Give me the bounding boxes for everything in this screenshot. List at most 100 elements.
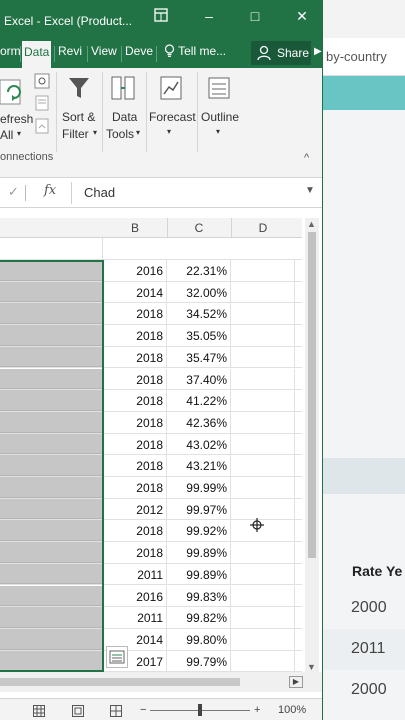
outline-button[interactable]	[206, 74, 232, 107]
cell-d[interactable]	[231, 281, 295, 303]
zoom-level[interactable]: 100%	[278, 704, 306, 716]
tab-formulas[interactable]: orm	[0, 44, 21, 58]
cell-year[interactable]: 2018	[103, 411, 167, 433]
cell-year[interactable]: 2018	[103, 542, 167, 563]
formula-bar: ✓ fx Chad ▼	[0, 178, 322, 208]
scroll-right-icon[interactable]: ▶	[289, 676, 303, 688]
cell-d[interactable]	[231, 346, 295, 368]
cell-rate[interactable]: 22.31%	[167, 260, 231, 281]
tab-developer[interactable]: Deve	[125, 44, 153, 58]
cell-rate[interactable]: 99.97%	[167, 498, 231, 520]
cell-year[interactable]: 2018	[103, 303, 167, 325]
tab-data[interactable]: Data	[22, 41, 52, 68]
cell-year[interactable]: 2016	[103, 585, 167, 607]
tab-review[interactable]: Revi	[58, 44, 82, 58]
tell-me-search[interactable]: Tell me...	[164, 44, 226, 58]
connections-button[interactable]	[34, 73, 50, 94]
scroll-up-icon[interactable]: ▲	[307, 219, 316, 229]
cell-rate[interactable]: 99.80%	[167, 628, 231, 650]
cell-rate[interactable]: 32.00%	[167, 281, 231, 303]
cell-rate[interactable]: 42.36%	[167, 411, 231, 433]
cell-rate[interactable]: 99.79%	[167, 650, 231, 672]
cell-year[interactable]: 2011	[103, 607, 167, 628]
column-header-b[interactable]: B	[103, 221, 167, 235]
cell-year[interactable]: 2016	[103, 260, 167, 281]
browser-address-bar[interactable]: by-country	[323, 38, 405, 76]
cell-rate[interactable]: 43.21%	[167, 455, 231, 476]
cell-year[interactable]: 2018	[103, 368, 167, 390]
tab-view[interactable]: View	[91, 44, 117, 58]
expand-formula-bar-icon[interactable]: ▼	[305, 185, 315, 196]
cell-year[interactable]: 2018	[103, 433, 167, 455]
collapse-ribbon-icon[interactable]: ^	[304, 152, 309, 164]
cell-year[interactable]: 2018	[103, 325, 167, 346]
cell-rate[interactable]: 99.89%	[167, 542, 231, 563]
column-header-d[interactable]: D	[231, 221, 295, 235]
cell-rate[interactable]: 35.05%	[167, 325, 231, 346]
edit-links-button[interactable]	[34, 118, 50, 139]
horizontal-scrollbar[interactable]: ▶	[0, 672, 322, 692]
zoom-out-icon[interactable]: −	[140, 704, 146, 716]
cell-a[interactable]	[0, 238, 103, 260]
cell-rate[interactable]: 34.52%	[167, 303, 231, 325]
cell-d[interactable]	[231, 455, 295, 476]
cancel-icon[interactable]: ✓	[8, 184, 19, 200]
page-break-preview-button[interactable]	[110, 704, 122, 720]
cell-d[interactable]	[231, 628, 295, 650]
cell-d[interactable]	[231, 607, 295, 628]
properties-button[interactable]	[34, 95, 50, 116]
share-button[interactable]: Share	[251, 41, 311, 65]
cell-year[interactable]: 2011	[103, 563, 167, 585]
forecast-button[interactable]	[158, 74, 184, 107]
vertical-scrollbar[interactable]: ▲ ▼	[305, 218, 319, 672]
cell-rate[interactable]: 41.22%	[167, 390, 231, 411]
zoom-in-icon[interactable]: +	[254, 704, 260, 716]
cell-d[interactable]	[231, 368, 295, 390]
data-tools-button[interactable]	[110, 74, 136, 107]
cell-year[interactable]: 2018	[103, 520, 167, 542]
cell-d[interactable]	[231, 542, 295, 563]
close-button[interactable]: ✕	[291, 8, 313, 28]
cell-year[interactable]: 2018	[103, 455, 167, 476]
cell-year[interactable]: 2012	[103, 498, 167, 520]
cell-d[interactable]	[231, 325, 295, 346]
cell-rate[interactable]: 99.99%	[167, 477, 231, 498]
cell-year[interactable]: 2014	[103, 281, 167, 303]
horizontal-scroll-thumb[interactable]	[0, 678, 240, 686]
minimize-button[interactable]: –	[198, 8, 220, 28]
insert-function-icon[interactable]: fx	[44, 183, 56, 198]
cell-d[interactable]	[231, 585, 295, 607]
page-table: Rate Ye 2000 2011 2000	[323, 554, 405, 711]
cell-d[interactable]	[231, 260, 295, 281]
cell-rate[interactable]: 99.92%	[167, 520, 231, 542]
cell-d[interactable]	[231, 433, 295, 455]
normal-view-button[interactable]	[33, 704, 45, 720]
cell-d[interactable]	[231, 303, 295, 325]
scroll-down-icon[interactable]: ▼	[307, 662, 316, 672]
vertical-scroll-thumb[interactable]	[308, 232, 316, 558]
sort-filter-button[interactable]	[66, 74, 92, 107]
quick-analysis-button[interactable]	[106, 646, 128, 668]
cell-d[interactable]	[231, 477, 295, 498]
cell-rate[interactable]: 43.02%	[167, 433, 231, 455]
formula-input[interactable]: Chad	[84, 185, 115, 200]
tabs-scroll-right-icon[interactable]: ▶	[314, 46, 322, 57]
zoom-slider-thumb[interactable]	[198, 704, 202, 716]
cell-year[interactable]: 2018	[103, 390, 167, 411]
cell-d[interactable]	[231, 390, 295, 411]
cell-rate[interactable]: 99.82%	[167, 607, 231, 628]
cell-rate[interactable]: 35.47%	[167, 346, 231, 368]
cell-d[interactable]	[231, 650, 295, 672]
maximize-button[interactable]: □	[244, 8, 266, 28]
cell-d[interactable]	[231, 563, 295, 585]
page-layout-button[interactable]	[72, 704, 84, 720]
ribbon-display-options-button[interactable]	[150, 8, 172, 28]
cell-year[interactable]: 2018	[103, 346, 167, 368]
cell-d[interactable]	[231, 411, 295, 433]
column-header-c[interactable]: C	[167, 221, 231, 235]
cell-rate[interactable]: 37.40%	[167, 368, 231, 390]
cell-rate[interactable]: 99.83%	[167, 585, 231, 607]
cell-year[interactable]: 2018	[103, 477, 167, 498]
cell-rate[interactable]: 99.89%	[167, 563, 231, 585]
refresh-all-button[interactable]	[0, 76, 26, 111]
